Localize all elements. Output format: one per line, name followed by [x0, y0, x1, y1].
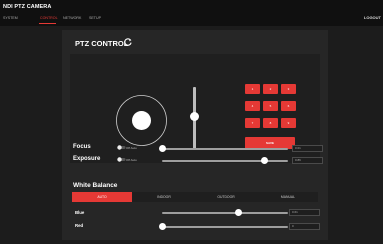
- wb-blue-slider-track[interactable]: [162, 212, 288, 214]
- focus-auto-toggle[interactable]: [117, 145, 126, 150]
- preset-button-1[interactable]: 1: [245, 84, 260, 94]
- focus-auto-text: Off Auto: [126, 146, 137, 150]
- nav-active-indicator: [39, 23, 56, 24]
- white-balance-title: White Balance: [73, 182, 118, 189]
- logout-link[interactable]: LOGOUT: [364, 15, 381, 20]
- top-bar: NDI PTZ CAMERA LOGOUT SYSTEM CONTROL NET…: [0, 0, 383, 26]
- preset-button-9[interactable]: 9: [281, 118, 296, 128]
- preset-button-3[interactable]: 3: [281, 84, 296, 94]
- exposure-value-input[interactable]: 0.86: [292, 157, 323, 164]
- preset-button-4[interactable]: 4: [245, 101, 260, 111]
- wb-tab-manual[interactable]: MANUAL: [258, 192, 318, 202]
- ptz-title: PTZ CONTROL: [75, 39, 129, 48]
- exposure-auto-text: Off Auto: [126, 158, 137, 162]
- refresh-icon[interactable]: [123, 37, 133, 47]
- exposure-slider-track[interactable]: [162, 160, 288, 162]
- nav-setup[interactable]: SETUP: [89, 16, 101, 20]
- focus-label: Focus: [73, 144, 91, 150]
- exposure-slider-knob[interactable]: [261, 157, 268, 164]
- wb-tab-indoor[interactable]: INDOOR: [134, 192, 194, 202]
- white-balance-tabs: AUTO INDOOR OUTDOOR MANUAL: [72, 192, 318, 202]
- joystick[interactable]: [114, 93, 169, 148]
- wb-tab-auto[interactable]: AUTO: [72, 192, 132, 202]
- wb-blue-label: Blue: [75, 210, 85, 215]
- exposure-auto-toggle[interactable]: [117, 157, 126, 162]
- wb-red-label: Red: [75, 223, 84, 228]
- wb-red-value-input[interactable]: 0: [289, 223, 320, 230]
- zoom-slider-handle[interactable]: [190, 112, 199, 121]
- preset-button-7[interactable]: 7: [245, 118, 260, 128]
- wb-blue-value-input[interactable]: 0.61: [289, 209, 320, 216]
- preset-button-8[interactable]: 8: [263, 118, 278, 128]
- exposure-label: Exposure: [73, 156, 101, 162]
- preset-button-5[interactable]: 5: [263, 101, 278, 111]
- wb-red-slider-knob[interactable]: [159, 223, 166, 230]
- ptz-control-area: 1 2 3 4 5 6 7 8 9 SAVE: [70, 54, 320, 163]
- preset-button-2[interactable]: 2: [263, 84, 278, 94]
- preset-button-6[interactable]: 6: [281, 101, 296, 111]
- app-title: NDI PTZ CAMERA: [3, 4, 52, 10]
- nav-network[interactable]: NETWORK: [63, 16, 81, 20]
- focus-value-input[interactable]: 0.01: [292, 145, 323, 152]
- control-panel: PTZ CONTROL 1 2 3 4 5 6 7 8 9 SAVE Focus…: [62, 30, 328, 240]
- focus-slider-knob[interactable]: [159, 145, 166, 152]
- wb-red-slider-track[interactable]: [162, 226, 288, 228]
- nav-control[interactable]: CONTROL: [40, 16, 58, 20]
- nav-system[interactable]: SYSTEM: [3, 16, 18, 20]
- wb-tab-outdoor[interactable]: OUTDOOR: [196, 192, 256, 202]
- focus-slider-track[interactable]: [162, 148, 288, 150]
- wb-blue-slider-knob[interactable]: [235, 209, 242, 216]
